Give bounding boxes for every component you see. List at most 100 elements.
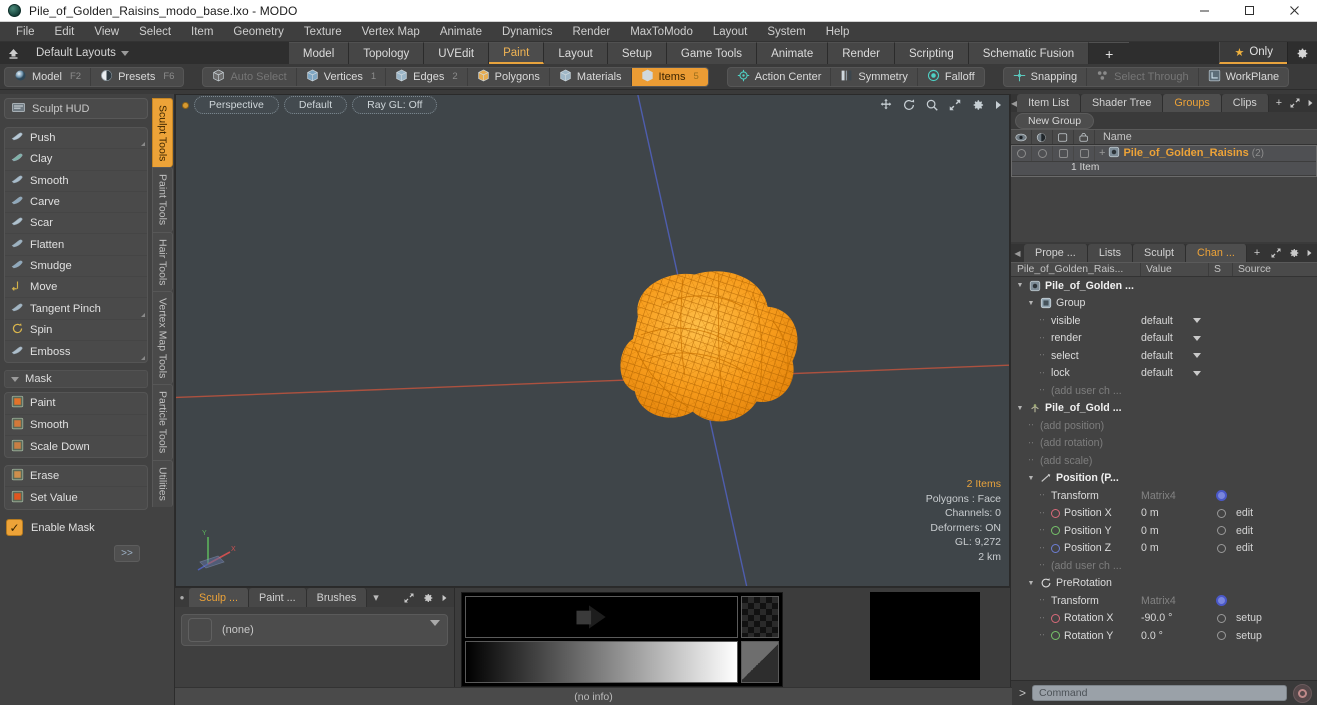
pane-more-icon[interactable] (1307, 98, 1314, 108)
mode-button-polygons[interactable]: Polygons (468, 67, 550, 86)
chevron-down-icon[interactable] (1193, 370, 1201, 376)
gradient-swatch[interactable] (741, 641, 779, 683)
channel-row[interactable]: ‧‧ (add scale) (1011, 452, 1317, 470)
menu-item-vertex-map[interactable]: Vertex Map (352, 22, 430, 41)
channel-row[interactable]: ▼ Pile_of_Golden ... (1011, 277, 1317, 295)
tab-brushes[interactable]: Brushes (306, 588, 368, 607)
maximize-pane-icon[interactable] (1270, 247, 1282, 259)
channel-state-toggle[interactable] (1216, 508, 1226, 518)
layout-tab-schematic-fusion[interactable]: Schematic Fusion (968, 42, 1090, 64)
tab-sculpt[interactable]: Sculpt (1133, 244, 1187, 262)
maximize-button[interactable] (1227, 0, 1272, 21)
tool-carve[interactable]: Carve (5, 192, 147, 214)
tool-clay[interactable]: Clay (5, 149, 147, 171)
tab-clips[interactable]: Clips (1221, 94, 1269, 112)
tool-options-corner-icon[interactable] (141, 142, 145, 147)
mode-button-auto-select[interactable]: Auto Select (203, 67, 297, 86)
tool-smudge[interactable]: Smudge (5, 256, 147, 278)
channel-state-toggle[interactable] (1216, 526, 1226, 536)
layout-tab-paint[interactable]: Paint (489, 42, 545, 64)
vtab-utilities[interactable]: Utilities (152, 459, 173, 507)
vtab-vertex-map-tools[interactable]: Vertex Map Tools (152, 291, 173, 385)
tool-set-value[interactable]: Set Value (5, 487, 147, 508)
mode-button-workplane[interactable]: WorkPlane (1199, 68, 1289, 86)
close-button[interactable] (1272, 0, 1317, 21)
rotate-icon[interactable] (902, 98, 916, 112)
group-render-toggle[interactable] (1032, 145, 1053, 161)
channel-row[interactable]: ‧‧ visible default (1011, 312, 1317, 330)
visibility-column-icon[interactable] (1011, 130, 1032, 144)
layout-tab-render[interactable]: Render (828, 42, 895, 64)
tab-channels[interactable]: Chan ... (1186, 244, 1247, 262)
viewport-projection-selector[interactable]: Perspective (194, 96, 279, 114)
alpha-profile-preview[interactable] (465, 596, 738, 638)
home-layout-icon[interactable] (0, 42, 26, 64)
new-group-button[interactable]: New Group (1015, 112, 1095, 129)
panel-more-icon[interactable] (441, 593, 448, 603)
panel-menu-icon[interactable]: ● (175, 588, 189, 607)
tool-move[interactable]: Move (5, 277, 147, 299)
pane-gear-icon[interactable] (1288, 247, 1300, 259)
twisty-open-icon[interactable]: ▼ (1026, 475, 1036, 482)
checkbox-checked-icon[interactable]: ✓ (6, 519, 23, 537)
channel-row[interactable]: ▼ Position (P... (1011, 470, 1317, 488)
channels-list[interactable]: ▼ Pile_of_Golden ... ▼ Group ‧‧ visible defaul… (1011, 277, 1317, 680)
menu-item-view[interactable]: View (84, 22, 129, 41)
layout-tab-model[interactable]: Model (288, 42, 350, 64)
layout-tab-uvedit[interactable]: UVEdit (424, 42, 490, 64)
vtab-hair-tools[interactable]: Hair Tools (152, 231, 173, 292)
menu-item-select[interactable]: Select (129, 22, 181, 41)
menu-item-help[interactable]: Help (816, 22, 860, 41)
chevron-down-icon[interactable] (1193, 335, 1201, 341)
layout-tab-setup[interactable]: Setup (607, 42, 667, 64)
expand-panel-button[interactable]: >> (114, 544, 140, 562)
pan-icon[interactable] (879, 98, 893, 112)
add-tab-button[interactable]: + (1246, 244, 1268, 262)
command-input[interactable]: Command (1032, 685, 1287, 701)
channel-link-indicator[interactable] (1215, 595, 1227, 607)
channel-row[interactable]: ‧‧ Position Z 0 m edit (1011, 540, 1317, 558)
mode-button-snapping[interactable]: Snapping (1004, 67, 1088, 86)
channel-row[interactable]: ‧‧ render default (1011, 330, 1317, 348)
twisty-open-icon[interactable]: ▼ (1015, 282, 1025, 289)
viewport-more-icon[interactable] (994, 99, 1003, 111)
tool-smooth[interactable]: Smooth (5, 415, 147, 436)
layout-settings-gear-icon[interactable] (1287, 42, 1317, 64)
menu-item-edit[interactable]: Edit (45, 22, 85, 41)
channel-row[interactable]: ▼ Pile_of_Gold ... (1011, 400, 1317, 418)
brush-quad-preview[interactable] (870, 592, 980, 680)
menu-item-texture[interactable]: Texture (294, 22, 352, 41)
menu-item-file[interactable]: File (6, 22, 45, 41)
mask-section-header[interactable]: Mask (4, 370, 148, 389)
alpha-swatch[interactable] (741, 596, 779, 638)
chevron-down-icon[interactable] (430, 620, 440, 626)
tool-options-corner-icon[interactable] (141, 312, 145, 317)
gradient-ramp-preview[interactable] (465, 641, 738, 683)
mode-button-items[interactable]: Items 5 (631, 67, 708, 86)
channel-link-indicator[interactable] (1215, 490, 1227, 502)
layout-tab-animate[interactable]: Animate (757, 42, 829, 64)
command-record-button[interactable] (1293, 683, 1312, 703)
group-name-cell[interactable]: + Pile_of_Golden_Raisins (2) (1095, 146, 1317, 161)
add-tab-button[interactable]: + (1268, 94, 1290, 112)
channel-row[interactable]: ▼ Group (1011, 295, 1317, 313)
minimize-button[interactable] (1182, 0, 1227, 21)
tool-scale-down[interactable]: Scale Down (5, 436, 147, 457)
channel-state-toggle[interactable] (1216, 631, 1226, 641)
viewport-shading-selector[interactable]: Default (283, 96, 348, 114)
channel-row[interactable]: ‧‧ lock default (1011, 365, 1317, 383)
mode-button-vertices[interactable]: Vertices 1 (297, 67, 387, 86)
menu-item-geometry[interactable]: Geometry (223, 22, 294, 41)
group-lock-toggle[interactable] (1074, 145, 1095, 161)
layout-tab-layout[interactable]: Layout (544, 42, 608, 64)
tab-shader-tree[interactable]: Shader Tree (1080, 94, 1164, 112)
menu-item-maxtomodo[interactable]: MaxToModo (620, 22, 703, 41)
channel-row[interactable]: ‧‧ select default (1011, 347, 1317, 365)
layout-tab-scripting[interactable]: Scripting (894, 42, 969, 64)
only-toggle[interactable]: ★ Only (1219, 42, 1287, 64)
channel-row[interactable]: ‧‧ Position X 0 m edit (1011, 505, 1317, 523)
fit-view-icon[interactable] (948, 98, 962, 112)
channel-row[interactable]: ‧‧ (add user ch ... (1011, 557, 1317, 575)
vtab-paint-tools[interactable]: Paint Tools (152, 167, 173, 232)
group-select-toggle[interactable] (1053, 145, 1074, 161)
